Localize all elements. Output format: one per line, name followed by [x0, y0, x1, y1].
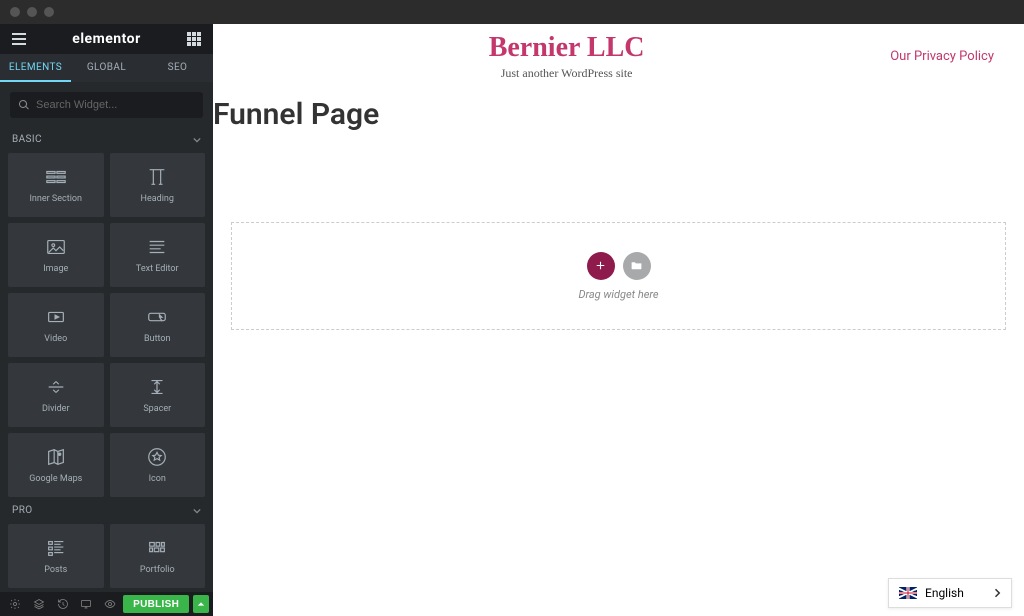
spacer-icon [146, 376, 168, 398]
chevron-right-icon [993, 587, 1001, 599]
panel-footer: PUBLISH [0, 592, 213, 616]
widget-image[interactable]: Image [8, 223, 104, 287]
widget-button[interactable]: Button [110, 293, 206, 357]
category-label: PRO [12, 505, 33, 516]
language-switcher[interactable]: English [888, 578, 1012, 608]
monitor-icon [80, 598, 92, 610]
button-icon [146, 306, 168, 328]
page-title: Funnel Page [213, 81, 1024, 132]
widget-google-maps[interactable]: Google Maps [8, 433, 104, 497]
eye-icon [104, 598, 116, 610]
widget-label: Divider [42, 404, 70, 414]
widget-label: Icon [149, 474, 166, 484]
add-template-button[interactable] [623, 252, 651, 280]
language-label: English [925, 586, 964, 600]
site-header: Bernier LLC Just another WordPress site … [213, 24, 1024, 81]
traffic-light-max[interactable] [44, 7, 54, 17]
apps-icon[interactable] [187, 32, 201, 46]
history-icon [57, 598, 69, 610]
widgets-basic: Inner Section Heading Image Text Editor … [0, 153, 213, 497]
traffic-light-min[interactable] [27, 7, 37, 17]
site-title[interactable]: Bernier LLC [243, 32, 890, 64]
panel-header: elementor [0, 24, 213, 54]
traffic-light-close[interactable] [10, 7, 20, 17]
star-icon [146, 446, 168, 468]
widget-label: Portfolio [140, 565, 175, 575]
posts-icon [45, 537, 67, 559]
publish-options[interactable] [193, 595, 209, 613]
search-box[interactable] [10, 92, 203, 118]
caret-up-icon [197, 600, 205, 608]
heading-icon [146, 166, 168, 188]
widget-text-editor[interactable]: Text Editor [110, 223, 206, 287]
widget-portfolio[interactable]: Portfolio [110, 524, 206, 588]
elementor-panel: elementor ELEMENTS GLOBAL SEO BASIC Inne… [0, 24, 213, 616]
widget-label: Button [144, 334, 170, 344]
panel-tabs: ELEMENTS GLOBAL SEO [0, 54, 213, 82]
tab-elements[interactable]: ELEMENTS [0, 54, 71, 82]
portfolio-icon [146, 537, 168, 559]
drop-zone[interactable]: Drag widget here [231, 222, 1006, 330]
window-chrome [0, 0, 1024, 24]
search-wrap [0, 82, 213, 126]
map-icon [45, 446, 67, 468]
gear-icon [9, 598, 21, 610]
widget-heading[interactable]: Heading [110, 153, 206, 217]
responsive-button[interactable] [75, 594, 97, 614]
widget-label: Video [44, 334, 67, 344]
widget-spacer[interactable]: Spacer [110, 363, 206, 427]
widget-video[interactable]: Video [8, 293, 104, 357]
widget-posts[interactable]: Posts [8, 524, 104, 588]
widgets-pro: Posts Portfolio [0, 524, 213, 588]
widget-label: Inner Section [29, 194, 82, 204]
plus-icon [594, 259, 607, 272]
divider-icon [45, 376, 67, 398]
category-pro[interactable]: PRO [0, 497, 213, 524]
image-icon [45, 236, 67, 258]
history-button[interactable] [52, 594, 74, 614]
nav-link-privacy[interactable]: Our Privacy Policy [890, 49, 994, 64]
settings-button[interactable] [4, 594, 26, 614]
search-input[interactable] [36, 99, 195, 111]
navigator-button[interactable] [28, 594, 50, 614]
layers-icon [33, 598, 45, 610]
widget-label: Spacer [143, 404, 171, 414]
menu-icon[interactable] [12, 33, 26, 45]
flag-uk-icon [899, 587, 917, 599]
category-label: BASIC [12, 134, 42, 145]
category-basic[interactable]: BASIC [0, 126, 213, 153]
site-tagline: Just another WordPress site [243, 66, 890, 81]
tab-global[interactable]: GLOBAL [71, 54, 142, 82]
folder-icon [630, 259, 643, 272]
editor-canvas[interactable]: Bernier LLC Just another WordPress site … [213, 24, 1024, 616]
chevron-down-icon [193, 507, 201, 515]
dropzone-buttons [587, 252, 651, 280]
widget-label: Posts [44, 565, 67, 575]
widgets-scroll[interactable]: BASIC Inner Section Heading Image [0, 126, 213, 592]
widget-label: Google Maps [29, 474, 82, 484]
tab-seo[interactable]: SEO [142, 54, 213, 82]
widget-icon[interactable]: Icon [110, 433, 206, 497]
widget-inner-section[interactable]: Inner Section [8, 153, 104, 217]
inner-section-icon [45, 166, 67, 188]
video-icon [45, 306, 67, 328]
dropzone-hint: Drag widget here [578, 288, 658, 301]
widget-label: Text Editor [136, 264, 179, 274]
publish-button[interactable]: PUBLISH [123, 595, 189, 613]
elementor-logo: elementor [72, 31, 140, 47]
add-section-button[interactable] [587, 252, 615, 280]
search-icon [18, 99, 30, 111]
widget-divider[interactable]: Divider [8, 363, 104, 427]
widget-label: Heading [141, 194, 174, 204]
widget-label: Image [43, 264, 68, 274]
chevron-down-icon [193, 136, 201, 144]
text-editor-icon [146, 236, 168, 258]
preview-button[interactable] [99, 594, 121, 614]
